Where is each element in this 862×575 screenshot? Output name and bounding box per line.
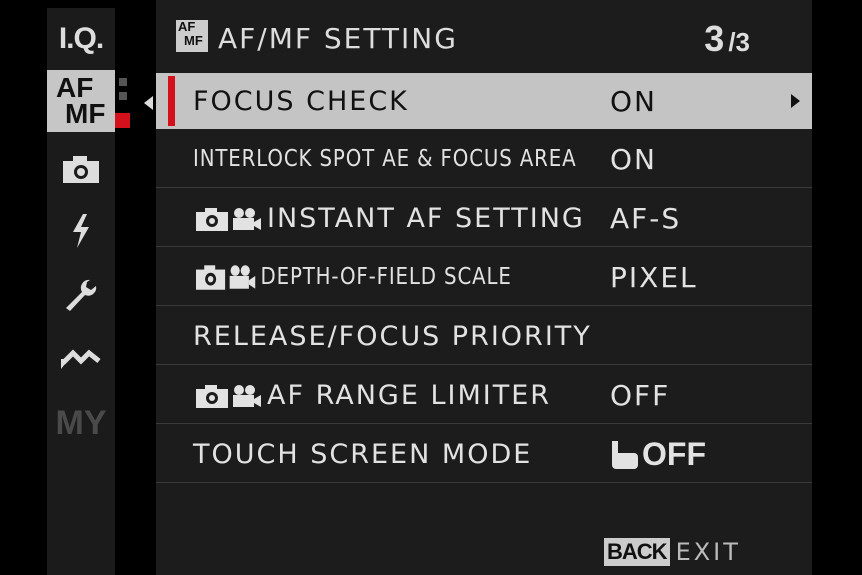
tab-shooting[interactable] (47, 144, 115, 194)
page-total: /3 (728, 27, 750, 57)
menu-item-label: TOUCH SCREEN MODE (193, 438, 533, 470)
menu-tab-sidebar: I.Q. AF MF MY (47, 8, 130, 575)
tab-image-quality[interactable]: I.Q. (47, 14, 115, 64)
menu-item-value: ON (610, 84, 657, 118)
af-mf-icon: AF MF (47, 70, 130, 132)
menu-item-label: FOCUS CHECK (193, 85, 409, 117)
page-current: 3 (704, 18, 725, 59)
tab-indicator-active (115, 113, 130, 128)
menu-item-value-group: OFF (610, 436, 706, 473)
menu-item-af-range-limiter[interactable]: AF RANGE LIMITER OFF (156, 367, 812, 424)
back-button[interactable]: BACK (604, 538, 670, 566)
menu-item-label: INSTANT AF SETTING (267, 202, 585, 234)
image-quality-icon: I.Q. (58, 22, 104, 55)
menu-item-label: AF RANGE LIMITER (267, 379, 552, 411)
af-mf-header-icon-top: AF (178, 19, 196, 34)
tab-indicator-square (119, 78, 127, 86)
menu-item-value: PIXEL (610, 260, 698, 294)
af-mf-header-icon-bottom: MF (184, 33, 203, 48)
menu-item-focus-check[interactable]: FOCUS CHECK ON (156, 73, 812, 129)
footer-hint: BACK EXIT (604, 538, 741, 566)
menu-item-label: DEPTH-OF-FIELD SCALE (260, 263, 512, 290)
tab-indicator-square (119, 92, 127, 100)
menu-item-label-group: DEPTH-OF-FIELD SCALE (196, 264, 512, 291)
menu-item-value: AF-S (610, 201, 682, 235)
menu-item-label-group: AF RANGE LIMITER (196, 380, 551, 411)
page-title: AF/MF SETTING (218, 22, 458, 55)
tab-flash[interactable] (47, 206, 115, 256)
camera-icon (196, 385, 228, 408)
wireless-icon (61, 349, 101, 369)
menu-item-release-focus-priority[interactable]: RELEASE/FOCUS PRIORITY (156, 308, 812, 365)
movie-icon (233, 208, 261, 230)
menu-item-label-group: INSTANT AF SETTING (196, 203, 585, 234)
settings-list: FOCUS CHECK ON INTERLOCK SPOT AE & FOCUS… (156, 73, 812, 485)
menu-item-label: RELEASE/FOCUS PRIORITY (193, 320, 592, 352)
camera-icon (63, 156, 99, 183)
menu-item-value: OFF (642, 435, 706, 472)
tab-af-mf[interactable]: AF MF (47, 70, 130, 132)
tab-setup[interactable] (47, 270, 115, 320)
camera-icon (196, 208, 228, 231)
menu-item-instant-af-setting[interactable]: INSTANT AF SETTING AF-S (156, 190, 812, 247)
flash-icon (73, 214, 89, 248)
chevron-right-icon (791, 94, 800, 108)
menu-item-interlock-spot-ae[interactable]: INTERLOCK SPOT AE & FOCUS AREA ON (156, 131, 812, 188)
selection-marker (168, 76, 175, 126)
af-mf-icon-bottom: MF (65, 98, 106, 129)
exit-label: EXIT (675, 538, 741, 566)
menu-item-value: ON (610, 142, 657, 176)
active-tab-pointer-icon (144, 96, 153, 110)
menu-item-depth-of-field-scale[interactable]: DEPTH-OF-FIELD SCALE PIXEL (156, 249, 812, 306)
tab-connection[interactable] (47, 334, 115, 384)
menu-item-touch-screen-mode[interactable]: TOUCH SCREEN MODE OFF (156, 426, 812, 483)
wrench-icon (66, 279, 97, 311)
menu-item-value: OFF (610, 378, 671, 412)
movie-icon (229, 265, 256, 289)
menu-item-label: INTERLOCK SPOT AE & FOCUS AREA (193, 146, 577, 172)
af-mf-header-icon: AF MF (176, 20, 208, 52)
touch-hand-icon (612, 441, 638, 470)
tab-my-menu[interactable]: MY (47, 398, 115, 448)
my-menu-icon: MY (55, 403, 107, 442)
menu-header: AF MF AF/MF SETTING 3/3 (156, 8, 812, 68)
camera-icon (196, 265, 226, 290)
page-indicator: 3/3 (704, 18, 750, 60)
movie-icon (233, 385, 261, 407)
